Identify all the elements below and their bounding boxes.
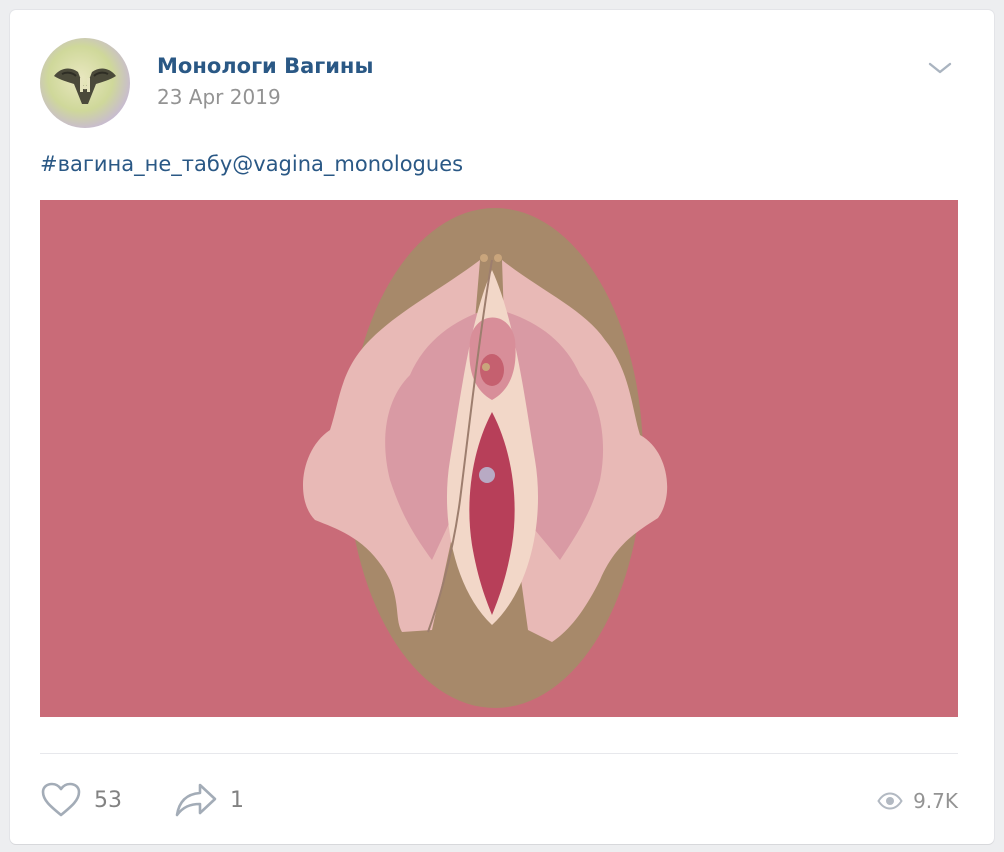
- share-button[interactable]: 1: [174, 778, 244, 822]
- post-date[interactable]: 23 Apr 2019: [157, 85, 281, 109]
- post-image[interactable]: [40, 200, 958, 717]
- post-text: #вагина_не_табу@vagina_monologues: [40, 152, 463, 176]
- mention-link[interactable]: @vagina_monologues: [232, 152, 463, 176]
- like-count: 53: [94, 787, 122, 813]
- paper-collage-illustration: [40, 200, 958, 717]
- chevron-down-icon[interactable]: [924, 56, 956, 80]
- avatar-hands-heart-image: [40, 38, 130, 128]
- eye-icon: [877, 792, 903, 810]
- post-card: Монологи Вагины 23 Apr 2019 #вагина_не_т…: [10, 10, 994, 844]
- share-arrow-icon: [175, 783, 217, 817]
- views-counter: 9.7K: [877, 784, 958, 818]
- views-count: 9.7K: [913, 789, 958, 813]
- footer-divider: [40, 753, 958, 754]
- community-avatar[interactable]: [40, 38, 130, 128]
- share-count: 1: [230, 787, 244, 813]
- community-name-link[interactable]: Монологи Вагины: [157, 54, 373, 78]
- hashtag-link[interactable]: #вагина_не_табу: [40, 152, 232, 176]
- heart-icon: [41, 782, 81, 817]
- like-button[interactable]: 53: [40, 778, 122, 822]
